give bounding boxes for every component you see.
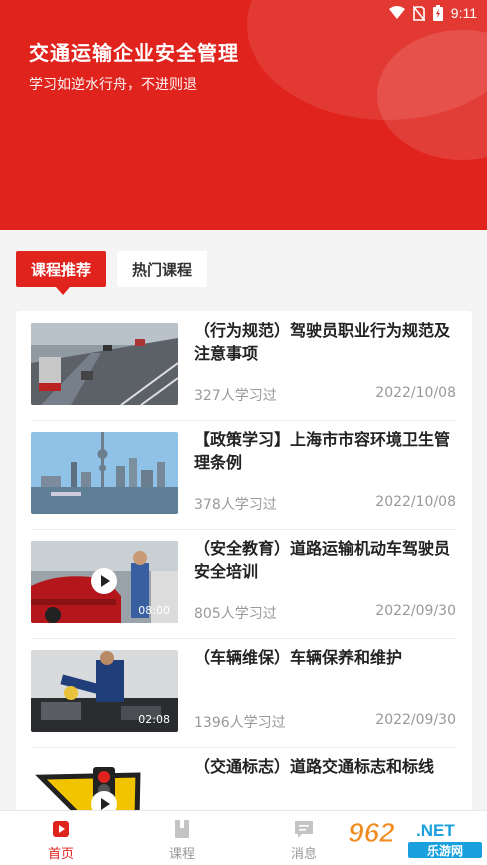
watermark-number: 962	[348, 817, 395, 848]
wifi-icon	[388, 6, 405, 19]
battery-icon	[432, 5, 443, 21]
course-thumbnail: 02:08	[31, 650, 178, 732]
tab-popular[interactable]: 热门课程	[117, 251, 208, 287]
status-bar: 9:11	[0, 0, 487, 28]
watermark-suffix: .NET	[416, 821, 455, 840]
nav-message[interactable]: 消息	[274, 819, 334, 862]
clock: 9:11	[450, 5, 477, 21]
list-item[interactable]: 02:08 （车辆维保）车辆保养和维护 1396人学习过 2022/09/30	[31, 638, 456, 748]
list-item[interactable]: 【政策学习】上海市市容环境卫生管理条例 378人学习过 2022/10/08	[31, 420, 456, 530]
course-date: 2022/10/08	[375, 385, 456, 401]
nav-label: 消息	[290, 847, 317, 862]
course-tabs: 课程推荐 热门课程	[16, 251, 208, 295]
course-title: （安全教育）道路运输机动车驾驶员安全培训	[194, 539, 451, 581]
app-title: 交通运输企业安全管理	[29, 41, 239, 65]
message-icon	[295, 821, 313, 838]
course-thumbnail	[31, 323, 178, 405]
course-list: （行为规范）驾驶员职业行为规范及注意事项 327人学习过 2022/10/08	[16, 311, 472, 831]
course-date: 2022/09/30	[375, 712, 456, 728]
course-title: （行为规范）驾驶员职业行为规范及注意事项	[194, 321, 451, 363]
watermark-logo: 962 .NET 乐游网	[346, 814, 484, 860]
video-duration: 02:08	[138, 713, 170, 726]
nav-course[interactable]: 课程	[152, 819, 212, 862]
learner-count: 327人学习过	[194, 388, 277, 404]
course-date: 2022/10/08	[375, 494, 456, 510]
learner-count: 378人学习过	[194, 497, 277, 513]
video-duration: 08:00	[138, 604, 170, 617]
play-icon[interactable]	[91, 568, 117, 594]
home-icon	[53, 821, 69, 837]
course-title: 【政策学习】上海市市容环境卫生管理条例	[194, 430, 451, 472]
no-sim-icon	[412, 5, 425, 21]
course-title: （车辆维保）车辆保养和维护	[194, 648, 403, 667]
learner-count: 805人学习过	[194, 606, 277, 622]
course-title: （交通标志）道路交通标志和标线	[194, 757, 435, 776]
book-icon	[175, 820, 189, 838]
header-banner: 9:11 交通运输企业安全管理 学习如逆水行舟，不进则退	[0, 0, 487, 230]
course-date: 2022/09/30	[375, 603, 456, 619]
app-subtitle: 学习如逆水行舟，不进则退	[29, 77, 197, 93]
nav-label: 首页	[47, 847, 74, 862]
tab-recommended[interactable]: 课程推荐	[16, 251, 107, 295]
list-item[interactable]: 08:00 （安全教育）道路运输机动车驾驶员安全培训 805人学习过 2022/…	[31, 529, 456, 639]
nav-home[interactable]: 首页	[31, 819, 91, 862]
watermark-caption: 乐游网	[427, 843, 463, 858]
course-thumbnail: 08:00	[31, 541, 178, 623]
list-item[interactable]: （行为规范）驾驶员职业行为规范及注意事项 327人学习过 2022/10/08	[31, 311, 456, 421]
nav-label: 课程	[168, 847, 195, 862]
course-thumbnail	[31, 432, 178, 514]
learner-count: 1396人学习过	[194, 715, 286, 731]
